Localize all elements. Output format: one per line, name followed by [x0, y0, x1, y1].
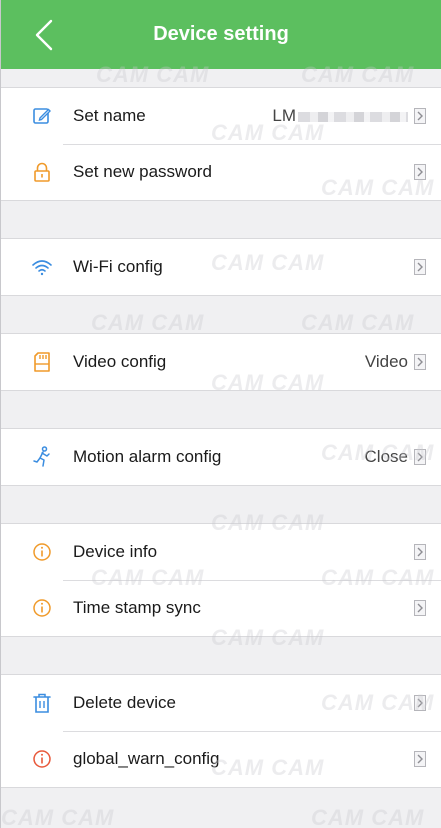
disclosure-chevron-icon	[414, 544, 426, 560]
disclosure-chevron-icon	[414, 164, 426, 180]
disclosure-chevron-icon	[414, 600, 426, 616]
section-gap	[1, 391, 441, 429]
section-gap	[1, 637, 441, 675]
info-icon	[31, 748, 53, 770]
delete-device-row[interactable]: Delete device	[1, 675, 441, 731]
video-config-row[interactable]: Video config Video	[1, 334, 441, 390]
set-password-label: Set new password	[73, 162, 212, 181]
section-gap	[1, 201, 441, 239]
watermark: CAM CAM	[1, 805, 115, 828]
sd-card-icon	[31, 351, 53, 373]
time-stamp-sync-label: Time stamp sync	[73, 598, 201, 617]
global-warn-config-label: global_warn_config	[73, 749, 220, 768]
device-name-redacted	[298, 111, 408, 122]
info-icon	[31, 597, 53, 619]
lock-icon	[31, 161, 53, 183]
page-title: Device setting	[153, 23, 289, 45]
settings-group-identity: Set name LM Set new password	[1, 88, 441, 201]
motion-alarm-value: Close	[364, 447, 408, 466]
disclosure-chevron-icon	[414, 354, 426, 370]
settings-group-motion: Motion alarm config Close	[1, 429, 441, 486]
settings-group-info: Device info Time stamp sync	[1, 524, 441, 637]
disclosure-chevron-icon	[414, 108, 426, 124]
disclosure-chevron-icon	[414, 751, 426, 767]
motion-alarm-label: Motion alarm config	[73, 447, 222, 466]
wifi-config-row[interactable]: Wi-Fi config	[1, 239, 441, 295]
set-name-label: Set name	[73, 106, 146, 125]
motion-alarm-row[interactable]: Motion alarm config Close	[1, 429, 441, 485]
wifi-config-label: Wi-Fi config	[73, 257, 163, 276]
disclosure-chevron-icon	[414, 449, 426, 465]
video-config-value: Video	[364, 352, 408, 371]
settings-group-manage: Delete device global_warn_config	[1, 675, 441, 788]
section-gap	[1, 296, 441, 334]
delete-device-label: Delete device	[73, 693, 177, 712]
wifi-icon	[31, 256, 53, 278]
set-password-row[interactable]: Set new password	[1, 144, 441, 200]
device-info-row[interactable]: Device info	[1, 524, 441, 580]
settings-group-wifi: Wi-Fi config	[1, 239, 441, 296]
section-gap	[1, 486, 441, 524]
trash-icon	[31, 692, 53, 714]
watermark: CAM CAM	[311, 805, 425, 828]
device-setting-screen: Device setting Set name LM Set new passw…	[0, 0, 441, 828]
disclosure-chevron-icon	[414, 259, 426, 275]
back-chevron-icon[interactable]	[31, 17, 59, 53]
section-gap	[1, 69, 441, 88]
disclosure-chevron-icon	[414, 695, 426, 711]
running-person-icon	[31, 446, 53, 468]
set-name-value: LM	[272, 106, 408, 126]
nav-bar: Device setting	[1, 0, 441, 69]
set-name-row[interactable]: Set name LM	[1, 88, 441, 144]
video-config-label: Video config	[73, 352, 167, 371]
info-icon	[31, 541, 53, 563]
settings-group-video: Video config Video	[1, 334, 441, 391]
device-name-text: LM	[272, 106, 296, 125]
device-info-label: Device info	[73, 542, 158, 561]
edit-icon	[31, 105, 53, 127]
time-stamp-sync-row[interactable]: Time stamp sync	[1, 580, 441, 636]
global-warn-config-row[interactable]: global_warn_config	[1, 731, 441, 787]
